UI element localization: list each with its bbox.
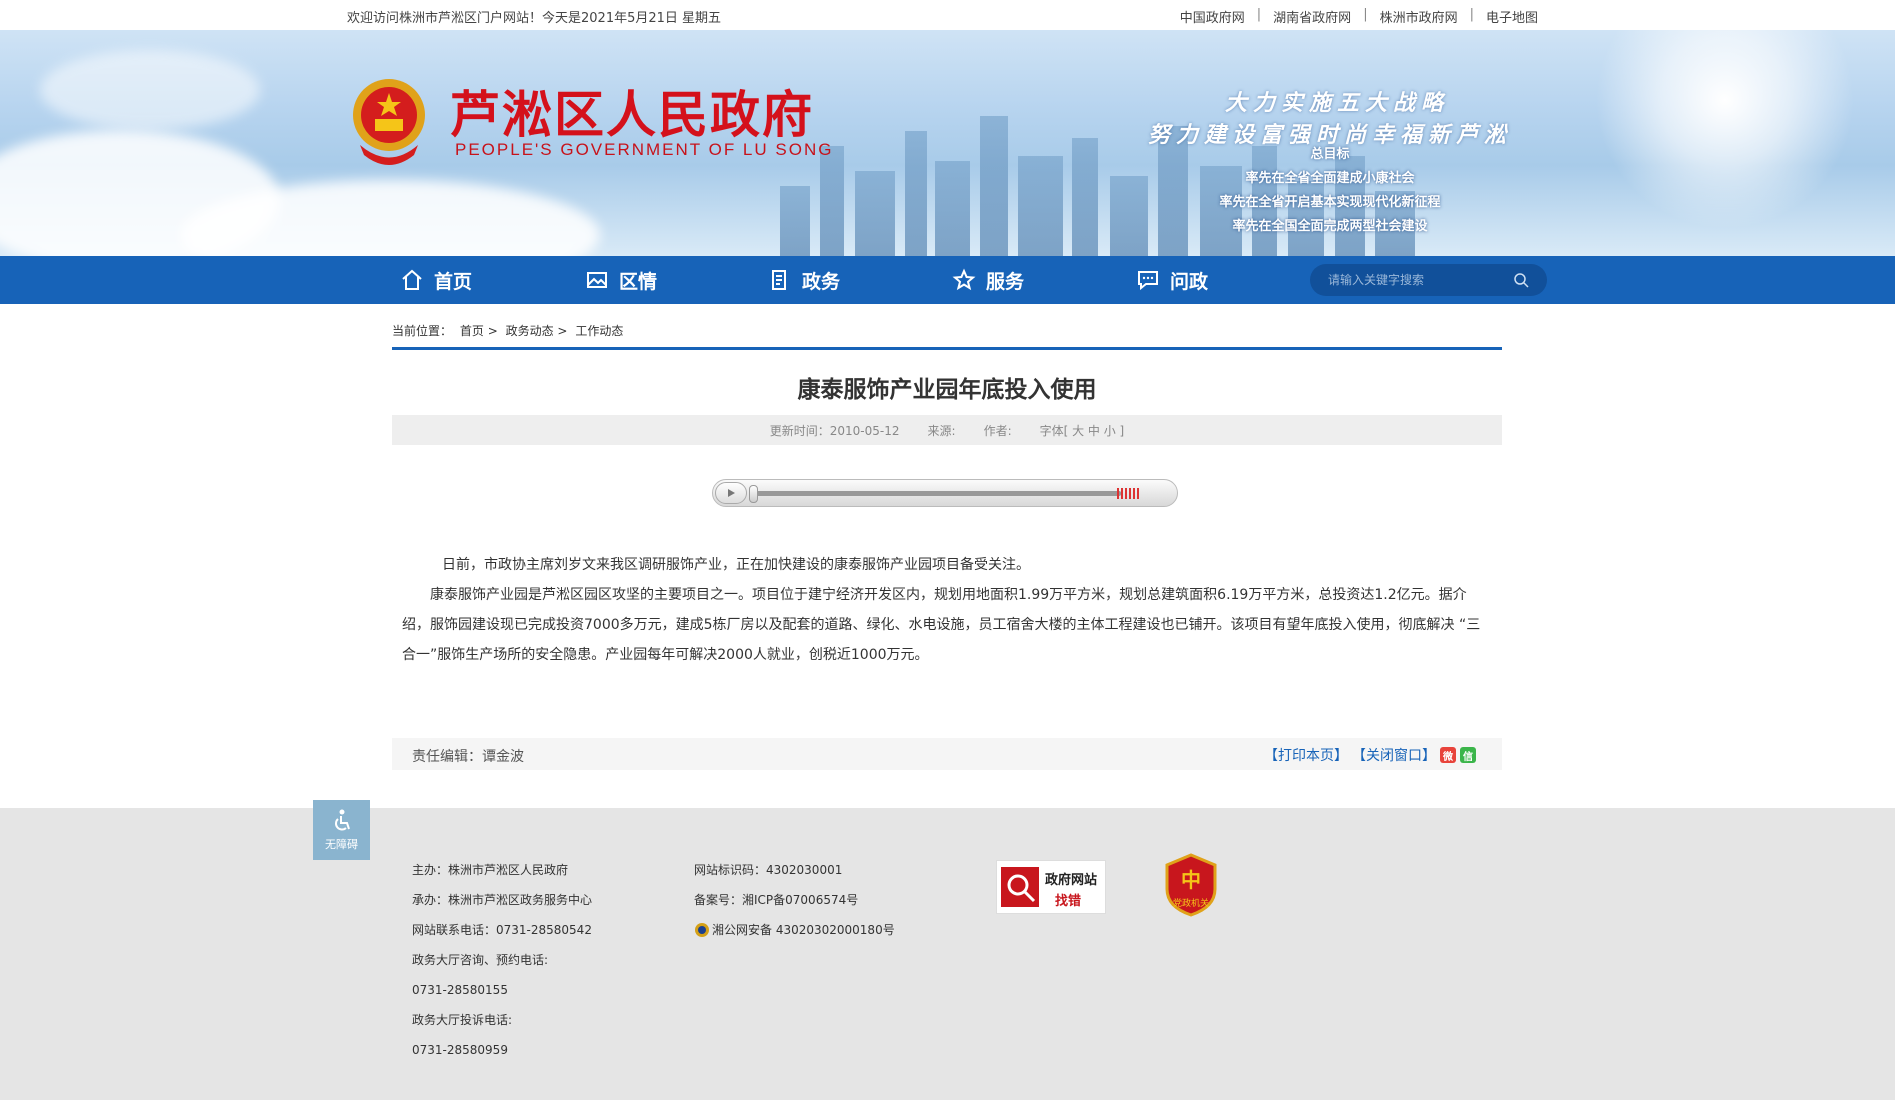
search-box: [1310, 264, 1547, 296]
accessibility-label: 无障碍: [325, 838, 358, 851]
goals-title: 总目标: [1310, 147, 1350, 162]
footer-line: 承办：株洲市芦淞区政务服务中心: [412, 893, 593, 907]
weibo-share-icon[interactable]: 微: [1440, 747, 1456, 763]
paragraph: 康泰服饰产业园是芦淞区园区攻坚的主要项目之一。项目位于建宁经济开发区内，规划用地…: [402, 587, 1481, 663]
search-input[interactable]: [1328, 273, 1513, 287]
svg-text:中: 中: [1181, 868, 1201, 892]
footer-line: 0731-28580155: [412, 983, 508, 997]
article-meta: 更新时间：2010-05-12 来源: 作者: 字体[ 大 中 小 ]: [392, 415, 1502, 445]
footer-line: 0731-28580959: [412, 1043, 508, 1057]
badge-top-text: 政府网站: [1045, 873, 1098, 888]
footer-line: 网站标识码：4302030001: [694, 863, 843, 877]
nav-inquiry[interactable]: 问政: [1136, 256, 1208, 304]
nav-government-affairs[interactable]: 政务: [768, 256, 840, 304]
article-title: 康泰服饰产业园年底投入使用: [797, 377, 1097, 403]
goal-item: 率先在全国全面完成两型社会建设: [1232, 219, 1428, 234]
breadcrumb-work-news[interactable]: 工作动态: [575, 324, 623, 338]
site-subtitle: PEOPLE'S GOVERNMENT OF LU SONG: [455, 140, 834, 159]
separator: |: [1256, 7, 1262, 22]
link-zhuzhou-gov[interactable]: 株洲市政府网: [1380, 7, 1458, 26]
footer-line: 备案号：湘ICP备07006574号: [694, 893, 859, 907]
link-e-map[interactable]: 电子地图: [1486, 7, 1538, 26]
top-links: 中国政府网 | 湖南省政府网 | 株洲市政府网 | 电子地图: [1180, 7, 1538, 26]
badge-text: 党政机关: [1172, 899, 1209, 909]
nav-district-info[interactable]: 区情: [585, 256, 657, 304]
link-gov-cn[interactable]: 中国政府网: [1180, 7, 1245, 26]
footer-info-left: 主办：株洲市芦淞区人民政府 承办：株洲市芦淞区政务服务中心 网站联系电话：073…: [412, 855, 592, 1065]
footer-line: 政务大厅咨询、预约电话:: [412, 953, 549, 967]
breadcrumb: 当前位置： 首页 > 政务动态 > 工作动态: [392, 322, 623, 339]
picture-icon: [587, 272, 607, 288]
goal-item: 率先在全省开启基本实现现代化新征程: [1219, 195, 1441, 210]
nav-label: 问政: [1170, 270, 1209, 293]
progress-handle[interactable]: [749, 485, 758, 503]
footer-line: 主办：株洲市芦淞区人民政府: [412, 863, 569, 877]
paragraph: 日前，市政协主席刘岁文来我区调研服饰产业，正在加快建设的康泰服饰产业园项目备受关…: [442, 557, 1030, 573]
article-footer: 责任编辑：谭金波 【打印本页】 【关闭窗口】 微 信: [392, 738, 1502, 770]
play-icon: [728, 489, 735, 497]
document-icon: [772, 270, 786, 290]
wechat-share-icon[interactable]: 信: [1460, 747, 1476, 763]
progress-track[interactable]: [751, 491, 1121, 496]
breadcrumb-gov-news[interactable]: 政务动态: [506, 324, 554, 338]
top-bar: 欢迎访问株洲市芦淞区门户网站！今天是2021年5月21日 星期五 中国政府网 |…: [0, 0, 1895, 30]
nav-label: 区情: [619, 270, 658, 293]
header-banner: 芦淞区人民政府 PEOPLE'S GOVERNMENT OF LU SONG 大…: [0, 30, 1895, 256]
font-size-control[interactable]: 字体[ 大 中 小 ]: [1040, 422, 1125, 439]
source-label: 来源:: [927, 423, 956, 438]
search-icon[interactable]: [1513, 272, 1529, 288]
party-gov-org-badge[interactable]: 中 党政机关: [1165, 853, 1217, 917]
footer-line: 网站联系电话：0731-28580542: [412, 923, 592, 937]
audio-player: [712, 479, 1178, 507]
police-badge-icon: [695, 923, 709, 937]
play-button[interactable]: [715, 482, 747, 504]
main-nav: 首页 区情 政务 服务 问政: [0, 256, 1895, 304]
breadcrumb-home[interactable]: 首页: [460, 324, 484, 338]
responsible-editor: 责任编辑：谭金波: [412, 749, 524, 765]
wheelchair-icon: [334, 809, 350, 831]
goal-item: 率先在全省全面建成小康社会: [1245, 171, 1415, 186]
footer-info-right: 网站标识码：4302030001 备案号：湘ICP备07006574号 湘公网安…: [694, 855, 895, 945]
police-record-text: 湘公网安备 43020302000180号: [712, 923, 895, 937]
breadcrumb-prefix: 当前位置：: [392, 324, 453, 338]
article-tools: 【打印本页】 【关闭窗口】 微 信: [1264, 745, 1476, 765]
author-label: 作者:: [983, 423, 1012, 438]
link-hunan-gov[interactable]: 湖南省政府网: [1273, 7, 1351, 26]
breadcrumb-divider: [392, 347, 1502, 350]
separator: |: [1469, 7, 1474, 22]
article-body: 日前，市政协主席刘岁文来我区调研服饰产业，正在加快建设的康泰服饰产业园项目备受关…: [402, 550, 1492, 670]
chat-icon: [1138, 271, 1158, 291]
magnifier-icon: [1001, 867, 1039, 907]
gov-site-report-badge[interactable]: 政府网站 找错: [996, 860, 1106, 914]
welcome-text: 欢迎访问株洲市芦淞区门户网站！今天是2021年5月21日 星期五: [347, 11, 722, 26]
nav-label: 首页: [434, 270, 473, 293]
cloud-decoration: [40, 50, 260, 130]
national-emblem-icon: [353, 79, 425, 165]
nav-home[interactable]: 首页: [400, 256, 472, 304]
close-window-link[interactable]: 【关闭窗口】: [1352, 745, 1436, 765]
print-link[interactable]: 【打印本页】: [1264, 745, 1348, 765]
volume-bars[interactable]: [1117, 488, 1139, 499]
slogan-line-1: 大力实施五大战略: [1225, 90, 1450, 116]
home-icon: [402, 269, 422, 290]
accessibility-button[interactable]: 无障碍: [313, 800, 370, 860]
site-footer: [0, 808, 1895, 1100]
nav-label: 服务: [986, 270, 1025, 293]
separator: |: [1363, 7, 1368, 22]
site-title: 芦淞区人民政府: [450, 85, 814, 144]
breadcrumb-separator: >: [487, 324, 498, 338]
star-icon: [952, 268, 976, 291]
update-time: 更新时间：2010-05-12: [769, 423, 900, 438]
breadcrumb-separator: >: [557, 324, 568, 338]
footer-line: 湘公网安备 43020302000180号: [694, 915, 895, 945]
badge-bottom-text: 找错: [1055, 894, 1082, 909]
sun-glow: [1595, 30, 1855, 230]
nav-label: 政务: [802, 270, 841, 293]
nav-services[interactable]: 服务: [952, 256, 1024, 304]
goals-block: 总目标 率先在全省全面建成小康社会 率先在全省开启基本实现现代化新征程 率先在全…: [1200, 143, 1460, 239]
footer-line: 政务大厅投诉电话:: [412, 1013, 513, 1027]
